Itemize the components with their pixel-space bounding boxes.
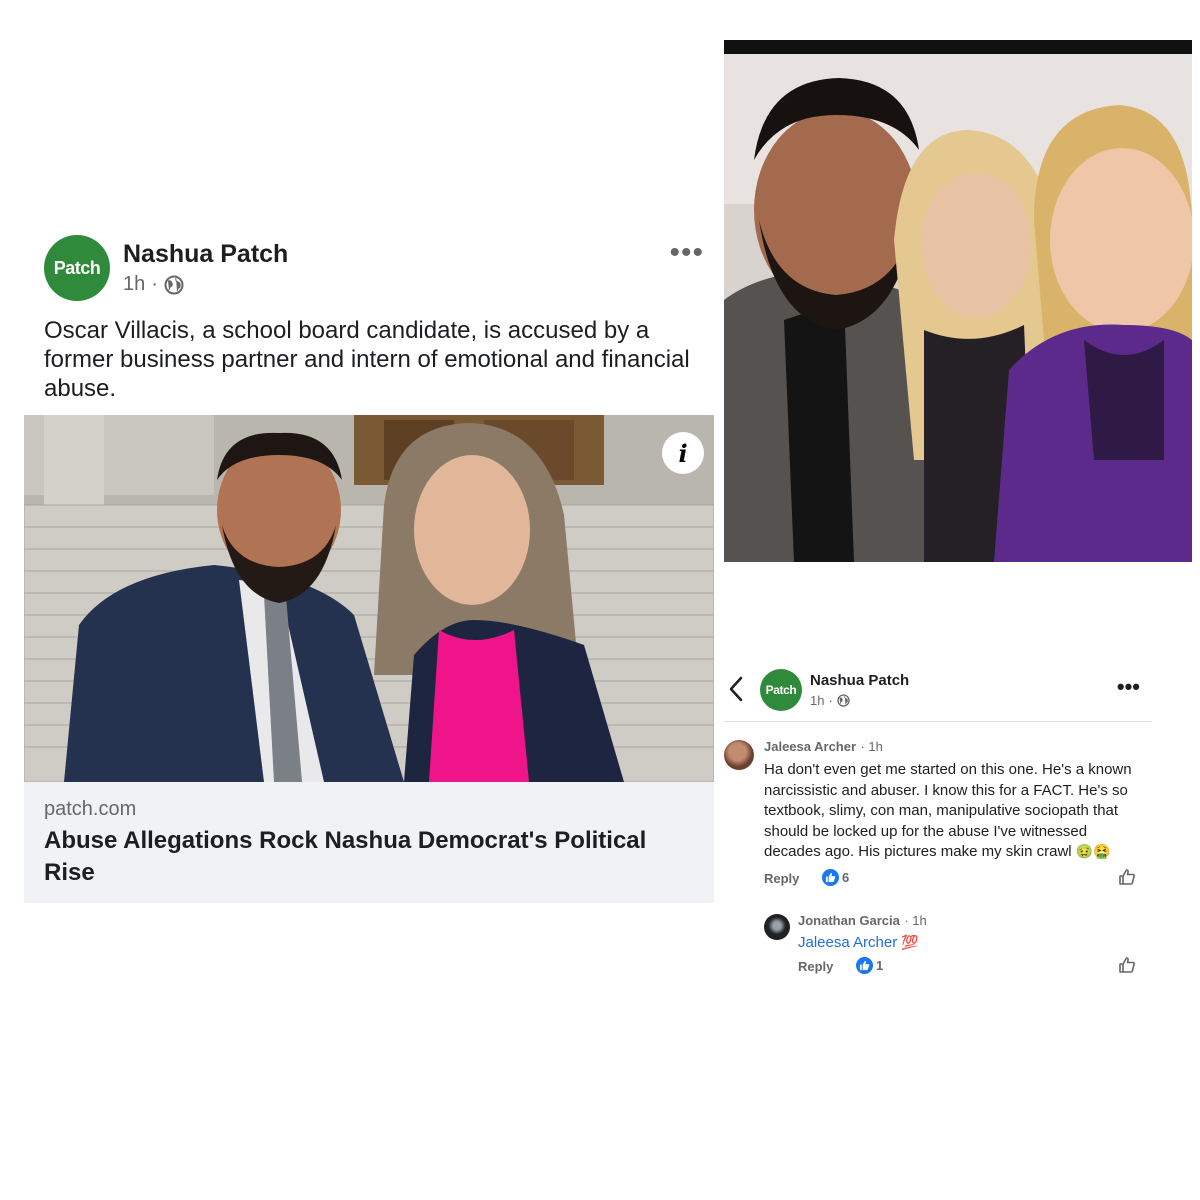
post-photo[interactable]: i [24,415,714,782]
like-count: 1 [876,957,884,973]
reply-button[interactable]: Reply [764,871,799,886]
post-time[interactable]: 1h [123,273,145,296]
comment-author-line: Jaleesa Archer · 1h [764,738,1152,756]
commenter-avatar[interactable] [764,913,790,940]
globe-icon [837,694,850,707]
comments-time: 1h [810,693,825,708]
page-name[interactable]: Nashua Patch [123,240,288,269]
page-name-small[interactable]: Nashua Patch [810,672,909,689]
comment-actions: Reply 6 [764,868,1152,890]
selfie-photo-art [724,40,1192,562]
more-options-icon[interactable]: ••• [669,236,704,270]
info-icon[interactable]: i [662,432,704,474]
comments-panel: Patch Nashua Patch 1h · ••• Jaleesa Arch… [724,660,1152,978]
comment-text: Jaleesa Archer 💯 [798,934,1152,951]
comment-text: Ha don't even get me started on this one… [764,760,1139,863]
comment-emojis: 🤢🤮 [1075,844,1111,860]
like-outline-icon[interactable] [1118,868,1136,886]
page-avatar-small[interactable]: Patch [760,669,802,711]
more-options-icon[interactable]: ••• [1117,674,1140,700]
selfie-photo [724,40,1192,562]
back-chevron-icon[interactable] [728,676,744,702]
post-photo-art [24,415,714,782]
post-header: Patch Nashua Patch 1h · ••• [24,230,714,306]
comment-actions: Reply 1 [798,956,1152,978]
comment-author[interactable]: Jonathan Garcia [798,913,900,928]
globe-icon [164,275,184,294]
like-count: 6 [842,869,850,885]
mention-link[interactable]: Jaleesa Archer [798,934,897,951]
reply-comment: Jonathan Garcia · 1h Jaleesa Archer 💯 Re… [724,912,1152,978]
comment-emojis: 💯 [901,934,919,951]
commenter-avatar[interactable] [724,740,754,770]
like-count-badge[interactable]: 1 [856,956,884,974]
like-outline-icon[interactable] [1118,956,1136,974]
page-avatar[interactable]: Patch [44,235,110,301]
comment-time: · 1h [860,739,883,754]
link-preview[interactable]: patch.com Abuse Allegations Rock Nashua … [24,782,714,903]
comment-author[interactable]: Jaleesa Archer [764,739,856,754]
meta-separator: · [151,273,158,295]
post-card: Patch Nashua Patch 1h · ••• Oscar Villac… [24,230,714,903]
post-meta: 1h · [123,273,184,296]
link-title[interactable]: Abuse Allegations Rock Nashua Democrat's… [44,825,694,889]
link-domain: patch.com [44,798,137,820]
like-icon [856,956,873,974]
comment: Jaleesa Archer · 1h Ha don't even get me… [724,738,1152,890]
comments-meta: 1h · [810,693,850,708]
post-text: Oscar Villacis, a school board candidate… [44,317,690,402]
comments-separator: · [828,693,833,708]
reply-button[interactable]: Reply [798,959,833,974]
comment-author-line: Jonathan Garcia · 1h [798,912,1152,930]
like-icon [822,868,839,886]
comment-time: · 1h [904,912,927,928]
like-count-badge[interactable]: 6 [822,868,850,886]
comments-header: Patch Nashua Patch 1h · ••• [724,660,1152,722]
